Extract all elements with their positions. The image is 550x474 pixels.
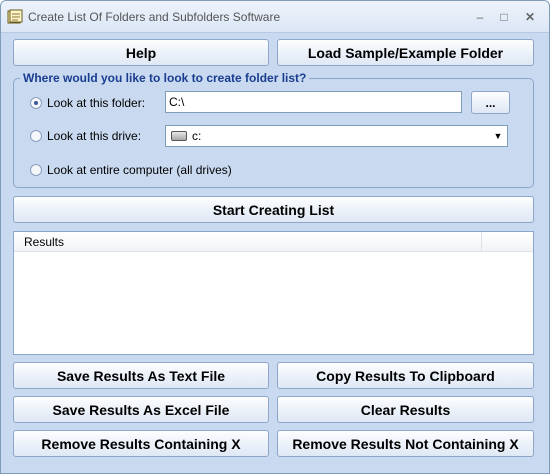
save-results-text-button[interactable]: Save Results As Text File — [13, 362, 269, 389]
title-bar[interactable]: Create List Of Folders and Subfolders So… — [1, 1, 549, 33]
radio-label-drive: Look at this drive: — [47, 129, 142, 143]
start-creating-list-button[interactable]: Start Creating List — [13, 196, 534, 223]
clear-results-button[interactable]: Clear Results — [277, 396, 534, 423]
browse-folder-button[interactable]: ... — [471, 91, 510, 114]
help-button[interactable]: Help — [13, 39, 269, 66]
results-list[interactable]: Results — [13, 231, 534, 355]
search-location-group: Where would you like to look to create f… — [13, 71, 534, 188]
save-results-excel-button[interactable]: Save Results As Excel File — [13, 396, 269, 423]
window-title: Create List Of Folders and Subfolders So… — [28, 10, 281, 24]
close-button[interactable]: ✕ — [521, 9, 539, 25]
folder-path-input[interactable] — [165, 91, 462, 113]
radio-button-drive[interactable] — [30, 130, 42, 142]
copy-results-clipboard-button[interactable]: Copy Results To Clipboard — [277, 362, 534, 389]
radio-label-all-drives: Look at entire computer (all drives) — [47, 163, 232, 177]
radio-look-at-entire-computer[interactable]: Look at entire computer (all drives) — [30, 163, 232, 177]
load-sample-folder-button[interactable]: Load Sample/Example Folder — [277, 39, 534, 66]
radio-button-folder[interactable] — [30, 97, 42, 109]
radio-label-folder: Look at this folder: — [47, 96, 146, 110]
radio-button-all-drives[interactable] — [30, 164, 42, 176]
radio-look-at-folder[interactable]: Look at this folder: — [30, 96, 145, 110]
maximize-button[interactable]: □ — [495, 9, 513, 25]
remove-results-not-containing-button[interactable]: Remove Results Not Containing X — [277, 430, 534, 457]
results-column-header[interactable]: Results — [14, 232, 482, 252]
drive-select-value: c: — [192, 129, 202, 143]
hard-drive-icon — [171, 131, 187, 141]
drive-select[interactable]: c: ▼ — [165, 125, 508, 147]
group-legend: Where would you like to look to create f… — [20, 71, 310, 85]
results-header: Results — [14, 232, 533, 252]
minimize-button[interactable]: – — [471, 9, 489, 25]
app-icon — [7, 9, 23, 24]
chevron-down-icon[interactable]: ▼ — [491, 128, 505, 144]
client-area: Help Load Sample/Example Folder Where wo… — [2, 34, 548, 473]
app-window: Create List Of Folders and Subfolders So… — [0, 0, 550, 474]
radio-look-at-drive[interactable]: Look at this drive: — [30, 129, 141, 143]
remove-results-containing-button[interactable]: Remove Results Containing X — [13, 430, 269, 457]
